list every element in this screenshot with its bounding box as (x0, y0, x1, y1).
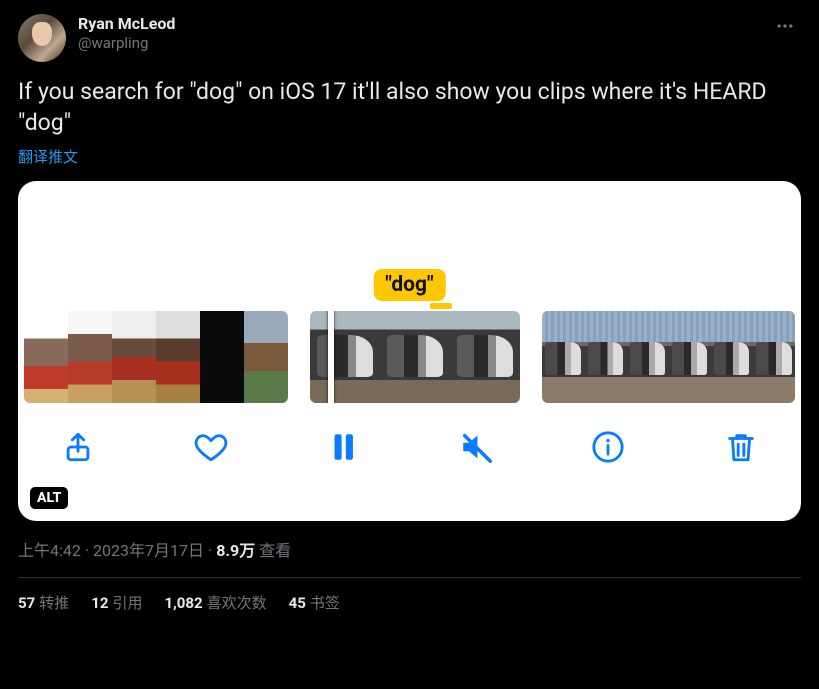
time[interactable]: 上午4:42 (18, 541, 81, 560)
alt-badge[interactable]: ALT (30, 487, 68, 509)
views-label: 查看 (259, 541, 291, 560)
likes-stat[interactable]: 1,082喜欢次数 (164, 592, 266, 613)
info-icon[interactable] (590, 429, 626, 465)
tweet: Ryan McLeod @warpling If you search for … (0, 0, 819, 613)
views-count[interactable]: 8.9万 (216, 541, 255, 560)
search-tag: "dog" (373, 269, 445, 301)
translate-link[interactable]: 翻译推文 (18, 146, 78, 167)
date[interactable]: 2023年7月17日 (93, 541, 204, 560)
playhead[interactable] (328, 311, 334, 403)
tweet-header: Ryan McLeod @warpling (18, 14, 801, 62)
more-button[interactable] (769, 14, 801, 38)
retweets-stat[interactable]: 57转推 (18, 592, 69, 613)
clip-thumbnail[interactable] (24, 311, 288, 403)
avatar[interactable] (18, 14, 66, 62)
tweet-meta: 上午4:42·2023年7月17日·8.9万 查看 (18, 537, 801, 561)
bookmarks-stat[interactable]: 45书签 (289, 592, 340, 613)
author-names[interactable]: Ryan McLeod @warpling (78, 14, 175, 53)
clip-thumbnail[interactable] (310, 311, 520, 403)
share-icon[interactable] (60, 429, 96, 465)
pause-icon[interactable] (325, 429, 361, 465)
media-toolbar (18, 403, 801, 465)
media-card[interactable]: "dog" (18, 181, 801, 521)
mute-icon[interactable] (458, 429, 494, 465)
media-top: "dog" (18, 181, 801, 311)
trash-icon[interactable] (723, 429, 759, 465)
playhead-cap (430, 303, 452, 309)
heart-icon[interactable] (193, 429, 229, 465)
quotes-stat[interactable]: 12引用 (91, 592, 142, 613)
clip-thumbnail[interactable] (542, 311, 795, 403)
timeline-strip[interactable] (18, 311, 801, 403)
tweet-body: If you search for "dog" on iOS 17 it'll … (18, 76, 801, 138)
display-name: Ryan McLeod (78, 14, 175, 34)
handle: @warpling (78, 34, 175, 53)
tweet-stats: 57转推 12引用 1,082喜欢次数 45书签 (18, 578, 801, 613)
